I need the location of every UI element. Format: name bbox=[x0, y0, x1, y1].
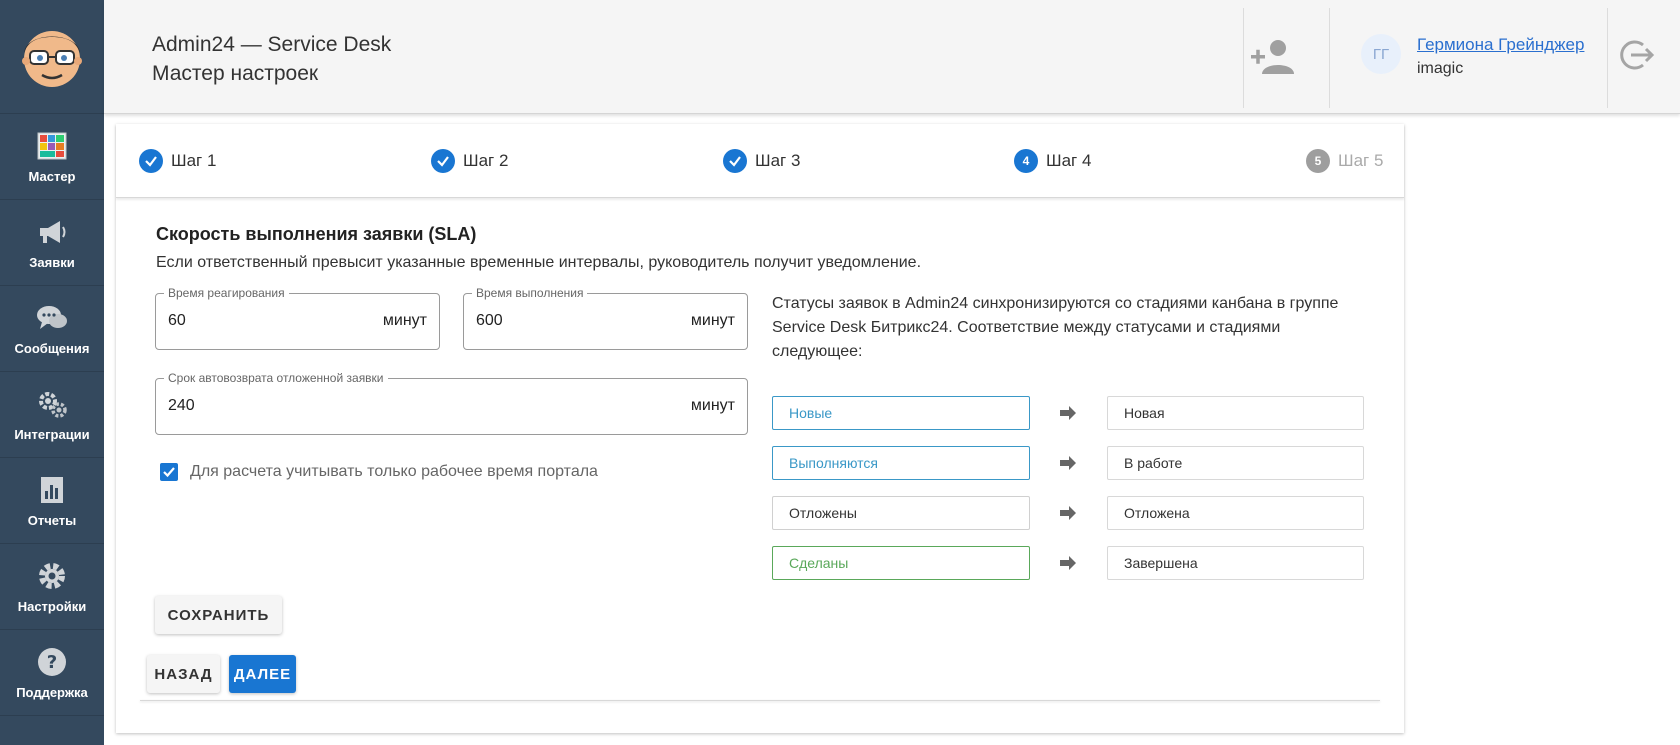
arrow-right-icon bbox=[1060, 506, 1076, 520]
header-divider bbox=[1607, 8, 1608, 108]
field-label: Время выполнения bbox=[472, 286, 588, 300]
page-title: Мастер настроек bbox=[152, 62, 319, 85]
status-postponed[interactable]: Отложены bbox=[772, 496, 1030, 530]
puzzle-gears-icon bbox=[35, 387, 69, 421]
field-label: Срок автовозврата отложенной заявки bbox=[164, 371, 388, 385]
reaction-time-field[interactable]: Время реагирования 60 минут bbox=[155, 286, 440, 350]
add-user-icon bbox=[1251, 40, 1294, 74]
workhours-checkbox[interactable] bbox=[160, 463, 178, 481]
step-5[interactable]: 5 Шаг 5 bbox=[1306, 149, 1383, 173]
sidebar-item-label: Мастер bbox=[28, 169, 76, 184]
stage-postponed[interactable]: Отложена bbox=[1107, 496, 1364, 530]
status-done[interactable]: Сделаны bbox=[772, 546, 1030, 580]
sidebar-item-label: Интеграции bbox=[14, 427, 90, 442]
user-name-link[interactable]: Гермиона Грейнджер bbox=[1417, 35, 1584, 55]
header-divider bbox=[1329, 8, 1330, 108]
step-label: Шаг 2 bbox=[463, 151, 509, 170]
sidebar-item-label: Заявки bbox=[29, 255, 75, 270]
next-button[interactable]: ДАЛЕЕ bbox=[229, 655, 296, 693]
wizard-stepper: Шаг 1 Шаг 2 Шаг 3 4 Шаг 4 5 Шаг 5 bbox=[116, 124, 1404, 198]
app-title: Admin24 — Service Desk bbox=[152, 33, 392, 56]
question-icon: ? bbox=[35, 645, 69, 679]
field-label: Время реагирования bbox=[164, 286, 289, 300]
status-in-progress[interactable]: Выполняются bbox=[772, 446, 1030, 480]
status-mapping-row: Выполняются В работе bbox=[772, 446, 1364, 480]
sla-title: Скорость выполнения заявки (SLA) bbox=[156, 224, 477, 244]
sidebar-item-requests[interactable]: Заявки bbox=[0, 200, 104, 286]
sidebar-item-label: Сообщения bbox=[14, 341, 90, 356]
workhours-checkbox-label: Для расчета учитывать только рабочее вре… bbox=[190, 463, 598, 480]
sidebar-item-label: Поддержка bbox=[16, 685, 88, 700]
autoreturn-field[interactable]: Срок автовозврата отложенной заявки 240 … bbox=[155, 371, 748, 435]
check-icon bbox=[139, 149, 163, 173]
sla-description: Если ответственный превысит указанные вр… bbox=[156, 254, 922, 271]
wizard-card: Шаг 1 Шаг 2 Шаг 3 4 Шаг 4 5 Шаг 5 Скорос… bbox=[116, 124, 1404, 733]
sidebar-item-integrations[interactable]: Интеграции bbox=[0, 372, 104, 458]
stage-new[interactable]: Новая bbox=[1107, 396, 1364, 430]
status-new[interactable]: Новые bbox=[772, 396, 1030, 430]
arrow-right-icon bbox=[1060, 456, 1076, 470]
sidebar-item-support[interactable]: ? Поддержка bbox=[0, 630, 104, 716]
step-4[interactable]: 4 Шаг 4 bbox=[1014, 149, 1091, 173]
user-login: imagic bbox=[1417, 60, 1464, 77]
divider bbox=[140, 700, 1380, 701]
sidebar: Мастер Заявки Сообщения Интеграции Отчет… bbox=[0, 0, 104, 745]
status-mapping-row: Отложены Отложена bbox=[772, 496, 1364, 530]
status-mapping-row: Новые Новая bbox=[772, 396, 1364, 430]
field-unit: минут bbox=[690, 397, 735, 414]
stage-in-work[interactable]: В работе bbox=[1107, 446, 1364, 480]
megaphone-icon bbox=[35, 215, 69, 249]
step-number: 5 bbox=[1306, 149, 1330, 173]
status-sync-info: Статусы заявок в Admin24 синхронизируютс… bbox=[772, 295, 1339, 360]
step-number: 4 bbox=[1014, 149, 1038, 173]
workhours-checkbox-row[interactable]: Для расчета учитывать только рабочее вре… bbox=[160, 463, 598, 481]
back-button[interactable]: НАЗАД bbox=[147, 655, 220, 693]
top-header: Admin24 — Service Desk Мастер настроек Г… bbox=[104, 0, 1680, 114]
stage-completed[interactable]: Завершена bbox=[1107, 546, 1364, 580]
sidebar-item-label: Отчеты bbox=[27, 513, 77, 528]
chat-bubbles-icon bbox=[35, 301, 69, 335]
field-unit: минут bbox=[690, 312, 735, 329]
field-value: 600 bbox=[476, 312, 503, 329]
status-mapping-row: Сделаны Завершена bbox=[772, 546, 1364, 580]
step-label: Шаг 1 bbox=[171, 151, 217, 170]
arrow-right-icon bbox=[1060, 556, 1076, 570]
step-label: Шаг 5 bbox=[1338, 151, 1384, 170]
sidebar-item-reports[interactable]: Отчеты bbox=[0, 458, 104, 544]
master-tiles-icon bbox=[35, 129, 69, 163]
step-label: Шаг 4 bbox=[1046, 151, 1092, 170]
arrow-right-icon bbox=[1060, 406, 1076, 420]
check-icon bbox=[431, 149, 455, 173]
check-icon bbox=[723, 149, 747, 173]
sidebar-item-settings[interactable]: Настройки bbox=[0, 544, 104, 630]
step-label: Шаг 3 bbox=[755, 151, 801, 170]
avatar-face-icon bbox=[22, 30, 82, 87]
svg-text:?: ? bbox=[47, 652, 57, 673]
execution-time-field[interactable]: Время выполнения 600 минут bbox=[463, 286, 748, 350]
add-user-button[interactable] bbox=[1243, 32, 1301, 82]
avatar: ГГ bbox=[1361, 34, 1401, 74]
sidebar-item-label: Настройки bbox=[17, 599, 87, 614]
field-unit: минут bbox=[382, 312, 427, 329]
step-2[interactable]: Шаг 2 bbox=[431, 149, 508, 173]
logout-icon bbox=[1620, 40, 1655, 70]
sidebar-item-master[interactable]: Мастер bbox=[0, 114, 104, 200]
step-3[interactable]: Шаг 3 bbox=[723, 149, 800, 173]
save-button[interactable]: СОХРАНИТЬ bbox=[155, 596, 282, 634]
report-chart-icon bbox=[35, 473, 69, 507]
step-1[interactable]: Шаг 1 bbox=[139, 149, 216, 173]
app-logo[interactable] bbox=[0, 0, 104, 114]
field-value: 240 bbox=[168, 397, 195, 414]
check-icon bbox=[163, 467, 175, 478]
logout-button[interactable] bbox=[1616, 34, 1658, 76]
sidebar-item-messages[interactable]: Сообщения bbox=[0, 286, 104, 372]
field-value: 60 bbox=[168, 312, 186, 329]
gear-icon bbox=[35, 559, 69, 593]
